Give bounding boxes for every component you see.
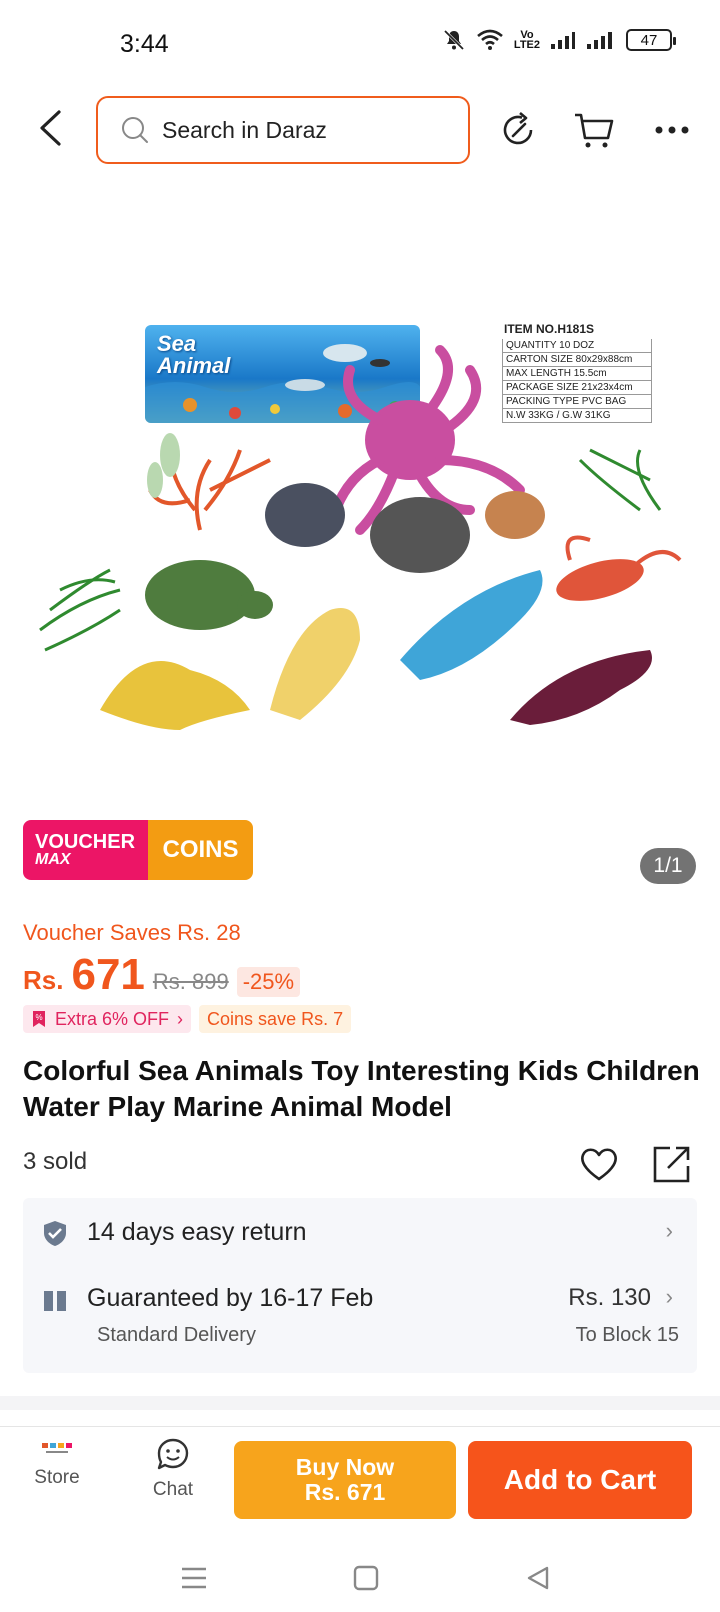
buy-now-button[interactable]: Buy Now Rs. 671 <box>234 1441 456 1519</box>
top-header: Search in Daraz <box>0 90 720 170</box>
spec-table: ITEM NO.H181S QUANTITY 10 DOZ CARTON SIZ… <box>502 322 652 423</box>
voucher-saves-text: Voucher Saves Rs. 28 <box>23 920 241 945</box>
share-button[interactable] <box>496 108 540 152</box>
chevron-right-icon: › <box>177 1008 184 1029</box>
heart-icon <box>581 1148 617 1181</box>
max-text: MAX <box>35 851 71 868</box>
spec-row: PACKAGE SIZE 21x23x4cm <box>502 381 652 395</box>
buy-now-label: Buy Now <box>295 1454 395 1480</box>
product-title: Colorful Sea Animals Toy Interesting Kid… <box>23 1055 700 1122</box>
signal-icon-2 <box>586 30 616 50</box>
recent-apps-button[interactable] <box>174 1558 214 1598</box>
chat-button[interactable]: Chat <box>128 1437 218 1501</box>
mute-bell-icon <box>442 28 466 52</box>
sea-animal-toys-illustration <box>39 345 682 730</box>
store-logo-icon <box>42 1443 72 1453</box>
wishlist-button[interactable] <box>575 1140 623 1188</box>
shield-check-icon <box>44 1221 66 1246</box>
status-time: 3:44 <box>120 30 169 58</box>
back-arrow-icon <box>40 110 61 146</box>
banner-title-line2: Animal <box>157 353 231 378</box>
chevron-right-icon: › <box>665 1218 673 1243</box>
store-label: Store <box>34 1467 80 1488</box>
spec-row: N.W 33KG / G.W 31KG <box>502 409 652 423</box>
chat-bubble-icon <box>157 1438 189 1470</box>
spec-row: PACKING TYPE PVC BAG <box>502 395 652 409</box>
search-icon <box>122 117 148 143</box>
back-triangle-icon <box>527 1566 549 1590</box>
return-policy-text: 14 days easy return <box>87 1218 307 1246</box>
delivery-price: Rs. 130 <box>568 1284 651 1311</box>
services-card: 14 days easy return › Guaranteed by 16-1… <box>23 1198 697 1373</box>
share-arrow-icon <box>503 112 533 145</box>
bottom-action-bar: Store Chat Buy Now Rs. 671 Add to Cart <box>0 1426 720 1536</box>
coins-label: COINS <box>148 820 253 880</box>
back-button[interactable] <box>28 106 72 150</box>
price-row: Rs. 671 Rs. 899 -25% <box>23 950 301 1000</box>
sold-count: 3 sold <box>23 1148 88 1175</box>
currency-label: Rs. <box>23 965 64 995</box>
voucher-text: VOUCHER <box>35 831 136 853</box>
voucher-tag-icon: % <box>33 1011 45 1027</box>
store-button[interactable]: Store <box>12 1437 102 1489</box>
svg-text:%: % <box>35 1013 42 1022</box>
chevron-right-icon: › <box>665 1284 673 1309</box>
delivery-row[interactable]: Guaranteed by 16-17 Feb Standard Deliver… <box>23 1268 697 1373</box>
chat-label: Chat <box>152 1479 194 1500</box>
add-to-cart-button[interactable]: Add to Cart <box>468 1441 692 1519</box>
product-packaging-banner: Sea Animal <box>145 325 420 423</box>
voucher-max-label: VOUCHER MAX <box>23 820 148 880</box>
wifi-icon <box>476 29 504 51</box>
current-price: 671 <box>71 950 145 999</box>
package-icon <box>44 1291 66 1311</box>
more-options-button[interactable] <box>650 108 694 152</box>
extra-off-tag[interactable]: % Extra 6% OFF › <box>23 1005 192 1033</box>
system-back-button[interactable] <box>518 1558 558 1598</box>
voucher-max-coins-badge: VOUCHER MAX COINS <box>23 820 253 880</box>
search-placeholder: Search in Daraz <box>162 116 327 143</box>
more-dots-icon <box>655 126 689 134</box>
return-policy-row[interactable]: 14 days easy return › <box>23 1198 697 1268</box>
delivery-location: To Block 15 <box>575 1324 679 1346</box>
image-page-indicator: 1/1 <box>640 848 696 884</box>
share-external-button[interactable] <box>648 1140 696 1188</box>
extra-off-text: Extra 6% OFF <box>55 1008 170 1029</box>
status-bar: 3:44 Vo LTE2 47 <box>0 0 720 90</box>
external-link-icon <box>653 1146 690 1183</box>
home-square-icon <box>353 1565 379 1591</box>
menu-lines-icon <box>182 1567 206 1589</box>
cart-icon <box>575 113 614 148</box>
home-button[interactable] <box>346 1558 386 1598</box>
promo-row: % Extra 6% OFF › Coins save Rs. 7 <box>23 1005 352 1033</box>
banner-title: Sea Animal <box>157 333 230 377</box>
status-icons: Vo LTE2 47 <box>442 28 676 52</box>
original-price: Rs. 899 <box>152 969 229 994</box>
spec-row: MAX LENGTH 15.5cm <box>502 367 652 381</box>
spec-title: ITEM NO.H181S <box>504 322 595 336</box>
discount-badge: -25% <box>236 967 301 997</box>
product-image[interactable]: Sea Animal ITEM NO.H181S QUANTITY 10 DOZ… <box>0 210 720 770</box>
coins-save-tag: Coins save Rs. 7 <box>199 1005 352 1033</box>
system-navigation-bar <box>0 1540 720 1612</box>
volte-line2: LTE2 <box>513 39 540 51</box>
spec-row: QUANTITY 10 DOZ <box>502 339 652 353</box>
spec-row: CARTON SIZE 80x29x88cm <box>502 353 652 367</box>
cart-button[interactable] <box>572 108 616 152</box>
delivery-guarantee-text: Guaranteed by 16-17 Feb <box>87 1284 374 1312</box>
section-divider <box>0 1396 720 1410</box>
signal-icon <box>550 30 576 50</box>
battery-icon: 47 <box>626 29 676 51</box>
buy-now-price: Rs. 671 <box>304 1479 386 1505</box>
delivery-type-text: Standard Delivery <box>97 1324 256 1346</box>
search-input[interactable]: Search in Daraz <box>96 96 470 164</box>
volte-indicator: Vo LTE2 <box>513 30 540 51</box>
